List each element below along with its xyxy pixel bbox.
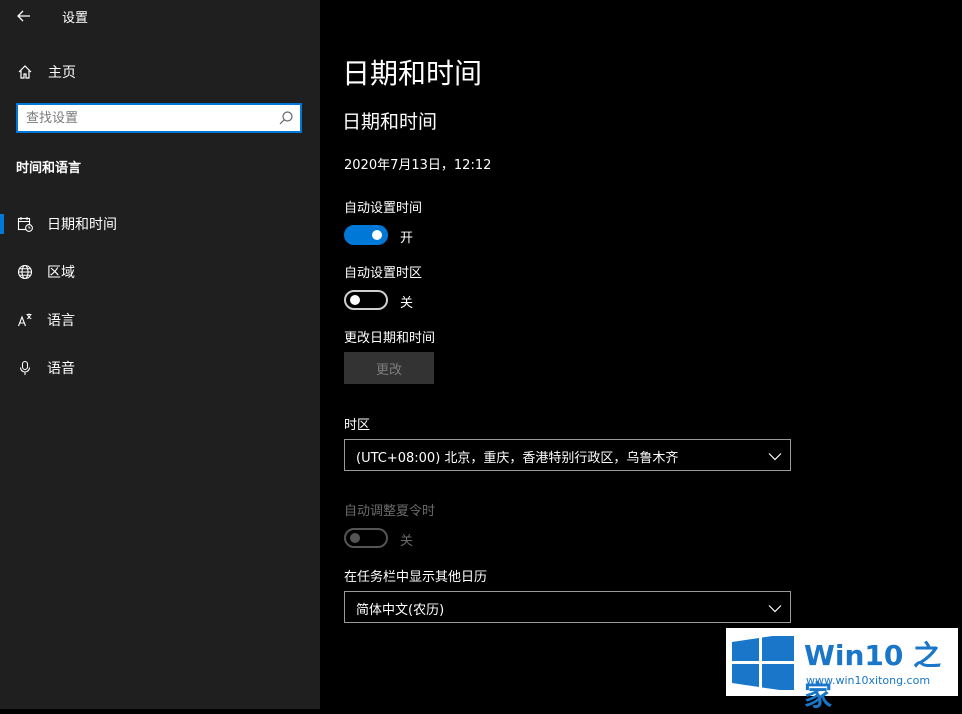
- sidebar-item-label: 日期和时间: [47, 217, 117, 233]
- timezone-label: 时区: [344, 418, 371, 433]
- auto-timezone-state: 关: [400, 296, 414, 311]
- windows-logo-icon: [732, 633, 794, 694]
- auto-time-label: 自动设置时间: [344, 201, 423, 216]
- back-arrow-icon: [17, 10, 30, 22]
- change-datetime-label: 更改日期和时间: [344, 331, 436, 346]
- toggle-knob: [372, 230, 382, 240]
- current-datetime: 2020年7月13日，12:12: [344, 158, 492, 173]
- calendar-dropdown[interactable]: 简体中文(农历): [344, 591, 791, 623]
- sidebar-section-title: 时间和语言: [16, 161, 82, 176]
- language-icon: [16, 311, 34, 329]
- dst-toggle[interactable]: [344, 528, 388, 548]
- active-indicator: [0, 214, 4, 234]
- home-icon: [16, 63, 34, 81]
- title-bar: 设置: [0, 0, 320, 32]
- change-button[interactable]: 更改: [344, 352, 434, 384]
- calendar-label: 在任务栏中显示其他日历: [344, 570, 488, 585]
- auto-time-state: 开: [400, 231, 414, 246]
- timezone-value: (UTC+08:00) 北京，重庆，香港特别行政区，乌鲁木齐: [356, 451, 679, 466]
- main-content: 日期和时间 日期和时间 2020年7月13日，12:12 自动设置时间 开 自动…: [320, 0, 962, 709]
- toggle-knob: [350, 533, 360, 543]
- sidebar-item-label: 语言: [47, 313, 75, 329]
- search-icon[interactable]: [278, 110, 294, 130]
- timezone-dropdown[interactable]: (UTC+08:00) 北京，重庆，香港特别行政区，乌鲁木齐: [344, 439, 791, 471]
- section-title: 日期和时间: [342, 111, 438, 133]
- auto-timezone-toggle[interactable]: [344, 290, 388, 310]
- sidebar-item-label: 主页: [48, 65, 76, 81]
- dst-state: 关: [400, 534, 414, 549]
- dst-label: 自动调整夏令时: [344, 504, 436, 519]
- toggle-knob: [350, 295, 360, 305]
- watermark: Win10 之家 www.win10xitong.com: [726, 628, 958, 712]
- sidebar: 设置 主页 时间和语言 日期和时间: [0, 0, 320, 709]
- chevron-down-icon: [768, 448, 782, 467]
- search-input[interactable]: [18, 105, 276, 131]
- sidebar-item-home[interactable]: 主页: [0, 52, 320, 92]
- sidebar-item-label: 区域: [47, 265, 75, 281]
- calendar-value: 简体中文(农历): [356, 603, 445, 618]
- auto-time-toggle[interactable]: [344, 225, 388, 245]
- sidebar-item-date-time[interactable]: 日期和时间: [0, 204, 320, 244]
- search-box[interactable]: [16, 103, 302, 133]
- sidebar-item-language[interactable]: 语言: [0, 300, 320, 340]
- globe-icon: [16, 263, 34, 281]
- app-title: 设置: [62, 11, 89, 26]
- page-title: 日期和时间: [342, 57, 483, 90]
- sidebar-item-region[interactable]: 区域: [0, 252, 320, 292]
- microphone-icon: [16, 359, 34, 377]
- chevron-down-icon: [768, 600, 782, 619]
- back-button[interactable]: [12, 4, 36, 28]
- watermark-url: www.win10xitong.com: [806, 674, 931, 687]
- auto-timezone-label: 自动设置时区: [344, 266, 423, 281]
- sidebar-item-label: 语音: [47, 361, 75, 377]
- calendar-clock-icon: [16, 215, 34, 233]
- sidebar-item-speech[interactable]: 语音: [0, 348, 320, 388]
